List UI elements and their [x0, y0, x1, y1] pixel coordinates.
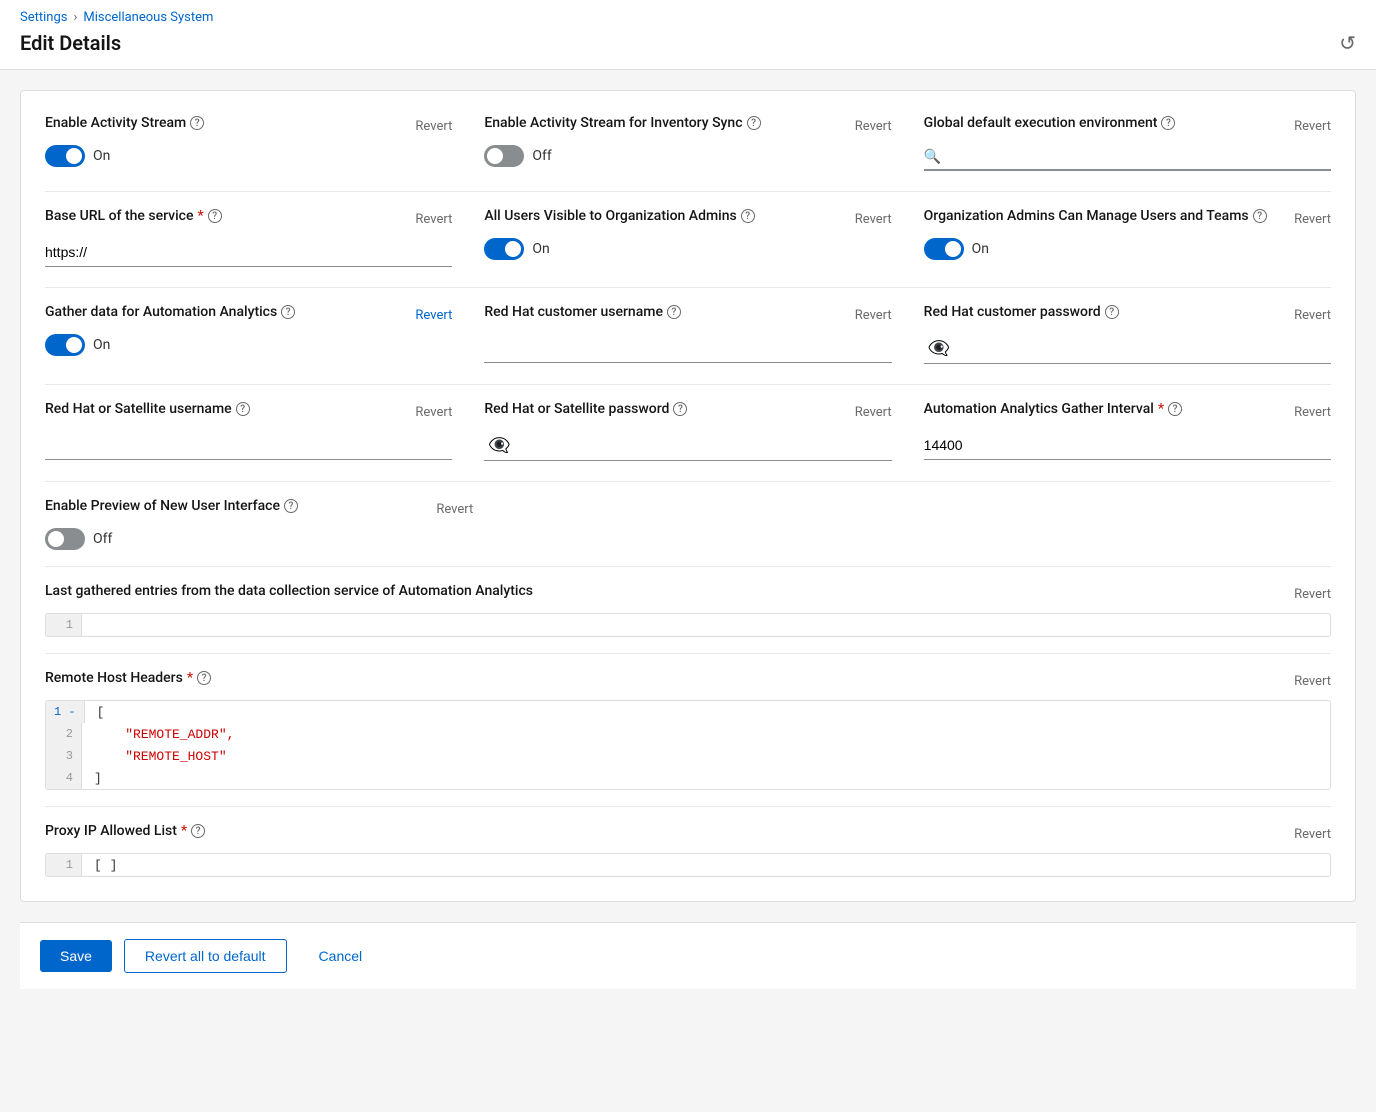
field-enable-activity-stream-inventory: Enable Activity Stream for Inventory Syn… — [484, 115, 891, 171]
save-button[interactable]: Save — [40, 940, 112, 972]
field-enable-preview-new-ui: Enable Preview of New User Interface ? R… — [45, 498, 473, 550]
info-icon-inventory-sync[interactable]: ? — [747, 116, 761, 130]
field-gather-data: Gather data for Automation Analytics ? R… — [45, 304, 452, 364]
breadcrumb-parent[interactable]: Settings — [20, 10, 67, 25]
toggle-password-visibility-rh[interactable]: 👁‍🗨 — [924, 334, 954, 363]
field-proxy-ip-allowed-list: Proxy IP Allowed List * ? Revert 1 [ ] — [45, 823, 1331, 877]
history-icon[interactable]: ↺ — [1339, 31, 1356, 55]
field-satellite-password: Red Hat or Satellite password ? Revert 👁… — [484, 401, 891, 461]
info-icon-rh-username[interactable]: ? — [667, 305, 681, 319]
toggle-activity-stream[interactable] — [45, 145, 85, 167]
field-automation-gather-interval: Automation Analytics Gather Interval * ?… — [924, 401, 1331, 461]
toggle-password-visibility-sat[interactable]: 👁‍🗨 — [484, 431, 514, 460]
field-remote-host-headers: Remote Host Headers * ? Revert 1 - [ 2 "… — [45, 670, 1331, 790]
base-url-input[interactable] — [45, 238, 452, 267]
revert-global-execution[interactable]: Revert — [1294, 119, 1331, 134]
info-icon-org-admins[interactable]: ? — [1253, 209, 1267, 223]
search-icon: 🔍 — [924, 149, 941, 165]
info-icon-sat-password[interactable]: ? — [673, 402, 687, 416]
breadcrumb: Settings › Miscellaneous System — [20, 10, 1356, 25]
revert-gather-interval[interactable]: Revert — [1294, 405, 1331, 420]
page-header: Settings › Miscellaneous System Edit Det… — [0, 0, 1376, 70]
revert-org-admins[interactable]: Revert — [1294, 212, 1331, 227]
info-icon-activity-stream[interactable]: ? — [190, 116, 204, 130]
field-global-default-execution: Global default execution environment ? R… — [924, 115, 1331, 171]
toggle-gather-data[interactable] — [45, 334, 85, 356]
global-execution-input[interactable] — [945, 145, 1331, 169]
rh-customer-password-input[interactable] — [954, 335, 1331, 363]
revert-base-url[interactable]: Revert — [415, 212, 452, 227]
page-title: Edit Details — [20, 31, 121, 55]
field-org-admins-manage: Organization Admins Can Manage Users and… — [924, 208, 1331, 267]
toggle-inventory-sync[interactable] — [484, 145, 524, 167]
info-icon-base-url[interactable]: ? — [208, 209, 222, 223]
field-base-url: Base URL of the service * ? Revert — [45, 208, 452, 267]
info-icon-all-users[interactable]: ? — [741, 209, 755, 223]
field-redhat-customer-username: Red Hat customer username ? Revert — [484, 304, 891, 364]
info-icon-global-execution[interactable]: ? — [1161, 116, 1175, 130]
satellite-username-input[interactable] — [45, 431, 452, 460]
satellite-password-input[interactable] — [515, 432, 892, 460]
revert-proxy-ip[interactable]: Revert — [1294, 827, 1331, 842]
info-icon-sat-username[interactable]: ? — [236, 402, 250, 416]
info-icon-gather-interval[interactable]: ? — [1168, 402, 1182, 416]
field-last-gathered-entries: Last gathered entries from the data coll… — [45, 583, 1331, 637]
revert-preview-ui[interactable]: Revert — [436, 502, 473, 517]
field-redhat-customer-password: Red Hat customer password ? Revert 👁‍🗨 — [924, 304, 1331, 364]
breadcrumb-separator: › — [73, 10, 77, 25]
revert-sat-password[interactable]: Revert — [855, 405, 892, 420]
toggle-all-users[interactable] — [484, 238, 524, 260]
info-icon-preview-ui[interactable]: ? — [284, 499, 298, 513]
info-icon-gather-data[interactable]: ? — [281, 305, 295, 319]
revert-inventory-sync[interactable]: Revert — [855, 119, 892, 134]
revert-sat-username[interactable]: Revert — [415, 405, 452, 420]
remote-host-editor[interactable]: 1 - [ 2 "REMOTE_ADDR", 3 "REMOTE_HOST" 4… — [45, 700, 1331, 790]
last-gathered-editor[interactable]: 1 — [45, 613, 1331, 637]
toggle-preview-ui[interactable] — [45, 528, 85, 550]
proxy-ip-editor[interactable]: 1 [ ] — [45, 853, 1331, 877]
revert-rh-password[interactable]: Revert — [1294, 308, 1331, 323]
revert-gather-data[interactable]: Revert — [415, 308, 452, 323]
revert-all-button[interactable]: Revert all to default — [124, 939, 287, 973]
field-all-users-visible: All Users Visible to Organization Admins… — [484, 208, 891, 267]
info-icon-remote-host[interactable]: ? — [197, 671, 211, 685]
cancel-button[interactable]: Cancel — [299, 940, 383, 972]
info-icon-rh-password[interactable]: ? — [1105, 305, 1119, 319]
revert-remote-host[interactable]: Revert — [1294, 674, 1331, 689]
rh-customer-username-input[interactable] — [484, 334, 891, 363]
revert-all-users[interactable]: Revert — [855, 212, 892, 227]
field-enable-activity-stream: Enable Activity Stream ? Revert On — [45, 115, 452, 171]
toggle-org-admins[interactable] — [924, 238, 964, 260]
field-satellite-username: Red Hat or Satellite username ? Revert — [45, 401, 452, 461]
form-footer: Save Revert all to default Cancel — [20, 922, 1356, 989]
revert-rh-username[interactable]: Revert — [855, 308, 892, 323]
gather-interval-input[interactable] — [924, 431, 1331, 460]
revert-last-gathered[interactable]: Revert — [1294, 587, 1331, 602]
info-icon-proxy-ip[interactable]: ? — [191, 824, 205, 838]
breadcrumb-current[interactable]: Miscellaneous System — [83, 10, 213, 25]
revert-activity-stream[interactable]: Revert — [415, 119, 452, 134]
